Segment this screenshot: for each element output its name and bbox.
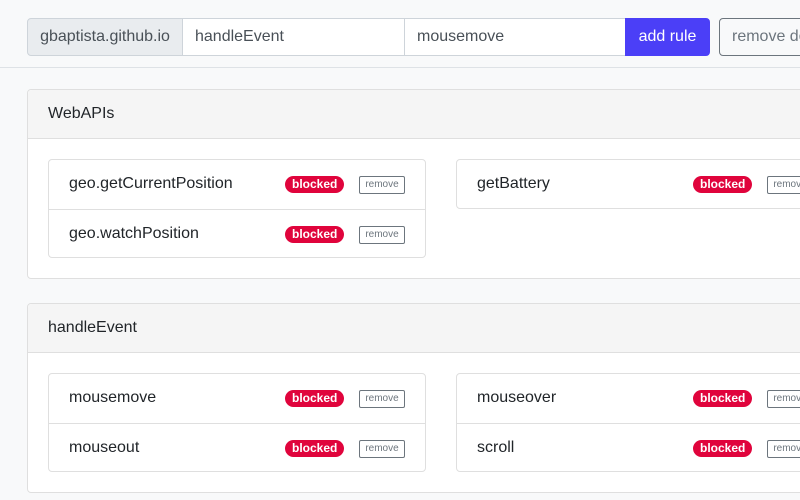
rule-name: geo.watchPosition bbox=[69, 225, 199, 242]
rule-row: mouseout blocked remove bbox=[49, 423, 425, 472]
remove-rule-button[interactable]: remove bbox=[359, 176, 405, 194]
rule-row: mousemove blocked remove bbox=[49, 374, 425, 423]
rule-name: mouseover bbox=[477, 389, 557, 406]
section-header: handleEvent bbox=[28, 304, 800, 353]
rule-row: geo.getCurrentPosition blocked remove bbox=[49, 160, 425, 209]
blocked-badge: blocked bbox=[285, 440, 345, 457]
remove-rule-button[interactable]: remove bbox=[767, 390, 800, 408]
rule-name: mouseout bbox=[69, 439, 140, 456]
section-webapis: WebAPIs geo.getCurrentPosition blocked r… bbox=[27, 89, 800, 279]
category-input[interactable] bbox=[182, 18, 405, 56]
add-rule-button[interactable]: add rule bbox=[625, 18, 710, 56]
rule-name: mousemove bbox=[69, 389, 157, 406]
app-page: gbaptista.github.io add rule remove doma… bbox=[0, 0, 800, 500]
section-title: WebAPIs bbox=[48, 105, 115, 122]
rule-list: getBattery blocked remove bbox=[456, 159, 800, 209]
rule-row: mouseover blocked remove bbox=[457, 374, 800, 423]
blocked-badge: blocked bbox=[693, 390, 753, 407]
rule-row: geo.watchPosition blocked remove bbox=[49, 209, 425, 258]
rule-name: geo.getCurrentPosition bbox=[69, 175, 233, 192]
domain-label: gbaptista.github.io bbox=[27, 18, 183, 56]
blocked-badge: blocked bbox=[693, 176, 753, 193]
section-handleevent: handleEvent mousemove blocked remove mou… bbox=[27, 303, 800, 493]
rule-list: mousemove blocked remove mouseout blocke… bbox=[48, 373, 426, 472]
section-header: WebAPIs bbox=[28, 90, 800, 139]
rule-name: getBattery bbox=[477, 175, 550, 192]
blocked-badge: blocked bbox=[285, 176, 345, 193]
rule-toolbar: gbaptista.github.io add rule remove doma… bbox=[0, 0, 800, 68]
blocked-badge: blocked bbox=[285, 226, 345, 243]
blocked-badge: blocked bbox=[285, 390, 345, 407]
rule-row: scroll blocked remove bbox=[457, 423, 800, 472]
remove-rule-button[interactable]: remove bbox=[767, 176, 800, 194]
remove-rule-button[interactable]: remove bbox=[359, 226, 405, 244]
remove-rule-button[interactable]: remove bbox=[359, 440, 405, 458]
remove-rule-button[interactable]: remove bbox=[359, 390, 405, 408]
blocked-badge: blocked bbox=[693, 440, 753, 457]
method-input[interactable] bbox=[404, 18, 626, 56]
remove-rule-button[interactable]: remove bbox=[767, 440, 800, 458]
rule-name: scroll bbox=[477, 439, 515, 456]
section-title: handleEvent bbox=[48, 319, 137, 336]
remove-domain-button[interactable]: remove domain bbox=[719, 18, 800, 56]
rule-list: mouseover blocked remove scroll blocked … bbox=[456, 373, 800, 472]
rule-list: geo.getCurrentPosition blocked remove ge… bbox=[48, 159, 426, 258]
rule-row: getBattery blocked remove bbox=[457, 160, 800, 209]
